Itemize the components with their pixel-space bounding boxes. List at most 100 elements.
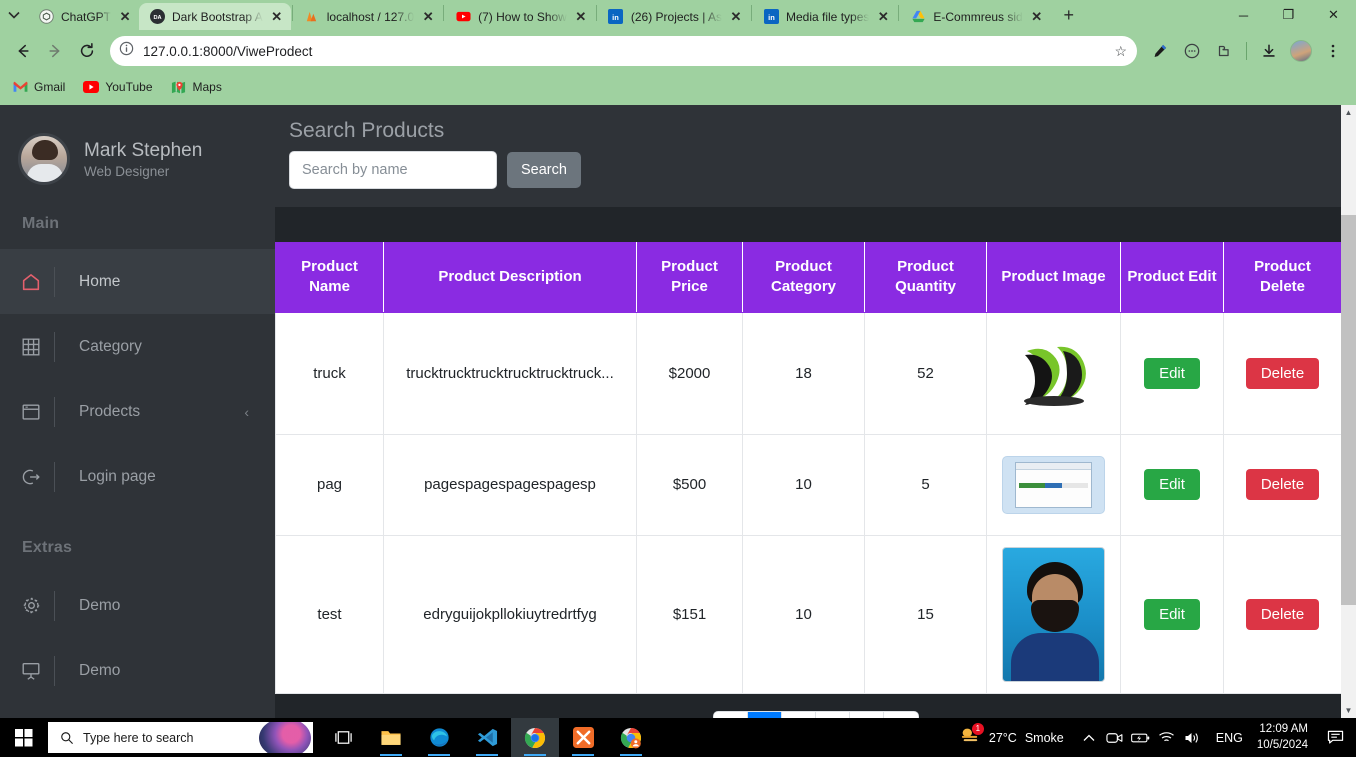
taskbar-apps	[319, 718, 655, 757]
tab-search-dropdown-button[interactable]	[0, 0, 28, 30]
scroll-down-arrow-icon[interactable]: ▼	[1341, 703, 1356, 718]
downloads-icon[interactable]	[1254, 36, 1284, 66]
column-header-product-image[interactable]: Product Image	[986, 242, 1121, 313]
edit-button[interactable]: Edit	[1144, 469, 1200, 500]
dark-admin-icon: DA	[149, 9, 165, 25]
bookmark-gmail[interactable]: Gmail	[12, 79, 65, 95]
browser-tab-4[interactable]: in (26) Projects | As ✕	[598, 3, 750, 30]
svg-text:in: in	[613, 13, 620, 22]
products-table-wrapper: Product Name Product Description Product…	[275, 242, 1356, 694]
tab-close-button[interactable]: ✕	[1030, 9, 1044, 25]
table-body: truck trucktrucktrucktrucktrucktruck... …	[275, 311, 1342, 694]
meet-now-icon[interactable]	[1102, 718, 1128, 757]
reload-icon	[80, 43, 94, 57]
browser-tab-3[interactable]: (7) How to Show ✕	[445, 3, 595, 30]
sidebar-item-login-page[interactable]: Login page	[0, 444, 275, 509]
wifi-icon[interactable]	[1154, 718, 1180, 757]
search-input[interactable]	[289, 151, 497, 189]
presentation-icon	[8, 660, 54, 682]
sidebar-profile[interactable]: Mark Stephen Web Designer	[0, 105, 275, 185]
login-icon	[8, 466, 54, 488]
browser-tab-6[interactable]: E-Commreus sid ✕	[900, 3, 1050, 30]
column-header-product-description[interactable]: Product Description	[383, 242, 637, 313]
tab-close-button[interactable]: ✕	[421, 9, 435, 25]
search-button[interactable]: Search	[507, 152, 581, 188]
google-chrome-icon[interactable]	[511, 718, 559, 757]
task-view-icon[interactable]	[319, 718, 367, 757]
file-explorer-icon[interactable]	[367, 718, 415, 757]
back-button[interactable]	[8, 36, 38, 66]
clock[interactable]: 12:09 AM 10/5/2024	[1253, 722, 1320, 753]
new-tab-button[interactable]: +	[1055, 1, 1083, 29]
browser-tab-1[interactable]: DA Dark Bootstrap A ✕	[139, 3, 291, 30]
window-controls: ─ ❐ ✕	[1221, 0, 1356, 30]
taskbar-search-box[interactable]: Type here to search	[48, 722, 313, 753]
cell-product-name: truck	[275, 311, 384, 435]
minimize-button[interactable]: ─	[1221, 0, 1266, 30]
maximize-button[interactable]: ❐	[1266, 0, 1311, 30]
tab-close-button[interactable]: ✕	[876, 9, 890, 25]
address-bar[interactable]: 127.0.0.1:8000/ViweProdect ☆	[110, 36, 1137, 66]
tab-title: (26) Projects | As	[630, 9, 722, 24]
scroll-up-arrow-icon[interactable]: ▲	[1341, 105, 1356, 120]
site-info-icon[interactable]	[118, 40, 135, 62]
cell-product-edit: Edit	[1120, 311, 1224, 435]
sidebar-item-prodects[interactable]: Prodects ‹	[0, 379, 275, 444]
column-header-product-edit[interactable]: Product Edit	[1120, 242, 1224, 313]
battery-icon[interactable]	[1128, 718, 1154, 757]
bookmark-star-icon[interactable]: ☆	[1114, 43, 1127, 60]
page-scrollbar[interactable]: ▲ ▼	[1341, 105, 1356, 718]
tab-close-button[interactable]: ✕	[729, 9, 743, 25]
vs-code-icon[interactable]	[463, 718, 511, 757]
sidebar-section-extras: Extras	[22, 539, 73, 556]
sidebar-item-label: Demo	[79, 661, 121, 679]
extensions-icon[interactable]	[1209, 36, 1239, 66]
user-avatar	[18, 133, 70, 185]
sidebar-item-demo-1[interactable]: Demo	[0, 573, 275, 638]
column-header-product-category[interactable]: Product Category	[742, 242, 865, 313]
column-header-product-quantity[interactable]: Product Quantity	[864, 242, 987, 313]
close-window-button[interactable]: ✕	[1311, 0, 1356, 30]
tray-expand-chevron-icon[interactable]	[1076, 718, 1102, 757]
scrollbar-thumb[interactable]	[1341, 215, 1356, 605]
tab-close-button[interactable]: ✕	[118, 9, 132, 25]
screenshot-thumbnail	[1002, 455, 1105, 514]
circle-dots-icon[interactable]	[1177, 36, 1207, 66]
forward-button[interactable]	[40, 36, 70, 66]
tab-close-button[interactable]: ✕	[270, 9, 284, 25]
notifications-icon[interactable]	[1320, 718, 1350, 757]
input-language[interactable]: ENG	[1206, 731, 1253, 745]
column-header-product-name[interactable]: Product Name	[275, 242, 384, 313]
xampp-icon[interactable]	[559, 718, 607, 757]
delete-button[interactable]: Delete	[1245, 357, 1320, 389]
delete-button[interactable]: Delete	[1245, 469, 1320, 500]
weather-badge: 1	[971, 723, 984, 735]
edit-button[interactable]: Edit	[1144, 357, 1200, 389]
browser-tab-5[interactable]: in Media file types ✕	[753, 3, 897, 30]
start-button[interactable]	[0, 718, 48, 757]
browser-tab-2[interactable]: localhost / 127.0 ✕	[294, 3, 442, 30]
bookmark-maps[interactable]: Maps	[171, 79, 222, 95]
profile-avatar[interactable]	[1286, 36, 1316, 66]
column-header-product-delete[interactable]: Product Delete	[1223, 242, 1342, 313]
delete-button[interactable]: Delete	[1245, 598, 1320, 630]
sidebar-item-demo-2[interactable]: Demo	[0, 638, 275, 703]
weather-widget[interactable]: 1 27°C Smoke	[947, 723, 1076, 749]
volume-icon[interactable]	[1180, 718, 1206, 757]
highlighter-icon[interactable]	[1145, 36, 1175, 66]
microsoft-edge-icon[interactable]	[415, 718, 463, 757]
browser-tab-0[interactable]: ChatGPT ✕	[28, 3, 139, 30]
bookmark-youtube[interactable]: YouTube	[83, 79, 153, 95]
chrome-profile-icon[interactable]	[607, 718, 655, 757]
sidebar-item-home[interactable]: Home	[0, 249, 275, 314]
content-divider-band	[275, 207, 1356, 242]
cell-product-image	[986, 534, 1121, 694]
sidebar-item-category[interactable]: Category	[0, 314, 275, 379]
edit-button[interactable]: Edit	[1144, 598, 1200, 630]
reload-button[interactable]	[72, 36, 102, 66]
tab-close-button[interactable]: ✕	[574, 9, 588, 25]
chrome-menu-icon[interactable]	[1318, 36, 1348, 66]
sidebar-item-label: Home	[79, 272, 121, 290]
column-header-product-price[interactable]: Product Price	[636, 242, 743, 313]
svg-text:in: in	[768, 13, 775, 22]
